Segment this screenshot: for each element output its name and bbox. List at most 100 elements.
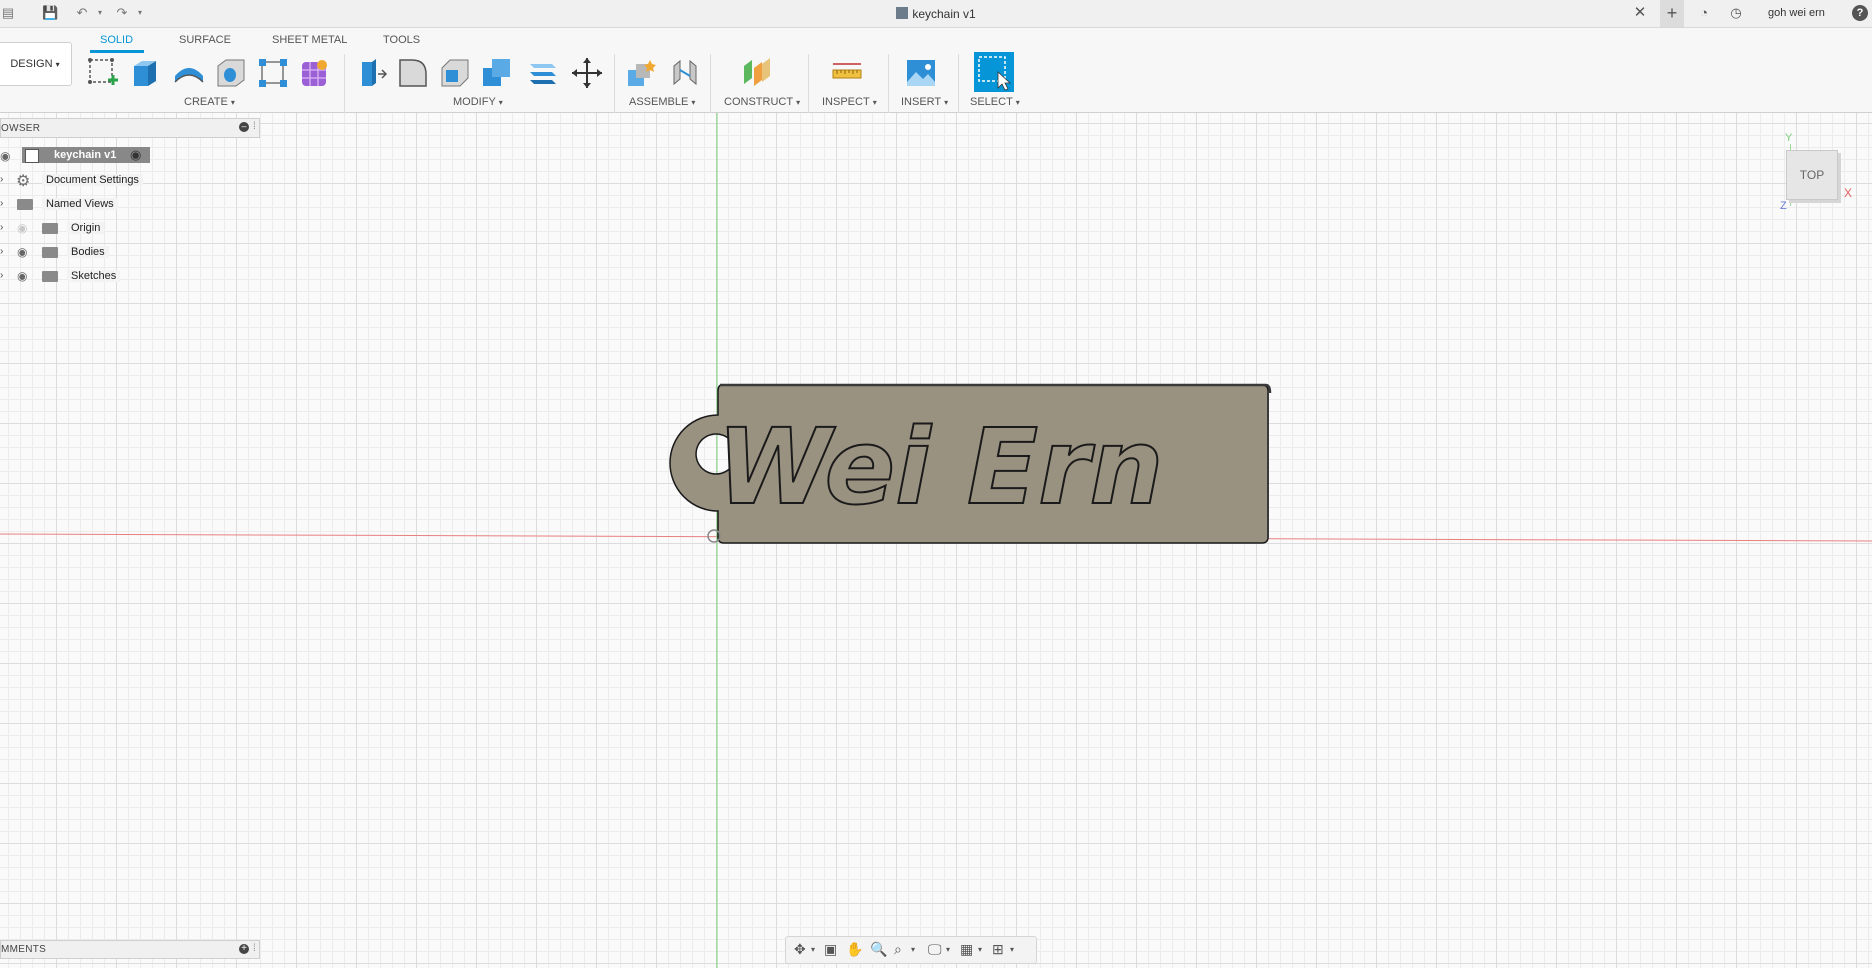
viewports-dropdown-icon[interactable]: ▾ [1010, 945, 1014, 954]
grid-dropdown-icon[interactable]: ▾ [978, 945, 982, 954]
y-axis-label: Y [1785, 132, 1793, 144]
separator [710, 54, 711, 116]
offset-plane-icon[interactable] [740, 56, 774, 90]
browser-item-origin[interactable]: › ◉ Origin [0, 218, 260, 238]
browser-item-sketches[interactable]: › ◉ Sketches [0, 266, 260, 286]
orbit-icon[interactable]: ✥ [794, 941, 806, 958]
close-tab-icon[interactable]: ✕ [1632, 5, 1648, 21]
visibility-eye-icon[interactable]: ◉ [17, 269, 27, 283]
browser-title: OWSER [1, 123, 41, 134]
active-tab-indicator [90, 50, 144, 53]
job-status-icon[interactable]: ◔ [1696, 5, 1712, 21]
select-menu[interactable]: SELECT ▾ [970, 96, 1020, 108]
modify-menu[interactable]: MODIFY ▾ [453, 96, 503, 108]
separator [808, 54, 809, 116]
visibility-eye-icon[interactable]: ◉ [0, 149, 10, 163]
browser-item-label: Document Settings [42, 174, 143, 186]
fit-dropdown-icon[interactable]: ▾ [911, 945, 915, 954]
browser-item-label: Bodies [67, 246, 109, 258]
rectangular-pattern-icon[interactable] [256, 56, 290, 90]
viewports-icon[interactable]: ⊞ [992, 941, 1004, 958]
folder-icon [42, 223, 58, 234]
viewcube[interactable]: Y TOP X Z [1780, 132, 1860, 212]
tab-solid[interactable]: SOLID [100, 34, 133, 46]
add-comment-icon[interactable]: + [239, 944, 249, 954]
engraved-text: Wei Ern [717, 406, 1164, 528]
grid-settings-icon[interactable]: ▦ [960, 941, 973, 958]
extrude-icon[interactable] [128, 56, 162, 90]
inspect-menu[interactable]: INSPECT ▾ [822, 96, 877, 108]
browser-item-root-component[interactable]: ◉ keychain v1 ◉ [0, 146, 260, 166]
insert-image-icon[interactable] [904, 56, 938, 90]
expand-chevron-icon[interactable]: › [0, 246, 3, 257]
shell-icon[interactable] [438, 56, 472, 90]
new-tab-icon[interactable]: + [1660, 0, 1684, 27]
zoom-icon[interactable]: 🔍 [870, 941, 887, 958]
model-scene: Wei Ern [0, 113, 1872, 968]
document-tab[interactable]: keychain v1 [0, 7, 1872, 21]
help-icon[interactable]: ? [1852, 5, 1868, 21]
tab-tools[interactable]: TOOLS [383, 34, 420, 46]
visibility-eye-icon[interactable]: ◉ [17, 245, 27, 259]
comments-title: MMENTS [1, 944, 47, 955]
create-sketch-icon[interactable] [86, 56, 120, 90]
measure-icon[interactable] [830, 56, 864, 90]
pin-comments-icon[interactable]: ⁞ [253, 943, 256, 954]
browser-item-named-views[interactable]: › Named Views [0, 194, 260, 214]
title-bar: ▤ 💾 ↶ ▾ ↷ ▾ keychain v1 ✕ + ◔ ◷ goh wei … [0, 0, 1872, 28]
ribbon-toolbar: SOLID SURFACE SHEET METAL TOOLS DESIGN ▾… [0, 28, 1872, 116]
hole-icon[interactable] [214, 56, 248, 90]
view-cube-top-face[interactable]: TOP [1786, 150, 1838, 200]
form-icon[interactable] [298, 56, 332, 90]
orbit-dropdown-icon[interactable]: ▾ [811, 945, 815, 954]
revolve-icon[interactable] [172, 56, 206, 90]
fillet-icon[interactable] [396, 56, 430, 90]
browser-item-label: Sketches [67, 270, 121, 282]
tab-surface[interactable]: SURFACE [179, 34, 231, 46]
press-pull-icon[interactable] [354, 56, 388, 90]
activate-component-icon[interactable]: ◉ [130, 147, 141, 163]
browser-header[interactable]: OWSER – ⁞ [0, 118, 260, 138]
construct-menu[interactable]: CONSTRUCT ▾ [724, 96, 800, 108]
display-settings-icon[interactable]: 🖵 [928, 941, 942, 958]
expand-chevron-icon[interactable]: › [0, 222, 3, 233]
collapse-browser-icon[interactable]: – [239, 122, 249, 132]
folder-icon [17, 199, 33, 210]
combine-icon[interactable] [480, 56, 514, 90]
assemble-menu[interactable]: ASSEMBLE ▾ [629, 96, 695, 108]
browser-item-document-settings[interactable]: › ⚙ Document Settings [0, 170, 260, 190]
hidden-eye-icon[interactable]: ◉ [17, 221, 27, 235]
select-icon[interactable] [974, 52, 1014, 92]
browser-item-bodies[interactable]: › ◉ Bodies [0, 242, 260, 262]
viewport-canvas[interactable]: Wei Ern [0, 113, 1872, 968]
folder-icon [42, 271, 58, 282]
gear-icon: ⚙ [16, 173, 31, 190]
separator [958, 54, 959, 116]
component-icon [25, 149, 39, 163]
joint-icon[interactable] [668, 56, 702, 90]
display-dropdown-icon[interactable]: ▾ [946, 945, 950, 954]
z-axis-label: Z [1780, 200, 1787, 212]
new-component-icon[interactable] [624, 56, 658, 90]
clock-icon[interactable]: ◷ [1728, 5, 1744, 21]
document-icon [896, 7, 909, 19]
move-copy-icon[interactable] [570, 56, 604, 90]
browser-panel: OWSER – ⁞ ◉ keychain v1 ◉ › ⚙ Document S… [0, 118, 260, 286]
split-body-icon[interactable] [526, 56, 560, 90]
tab-sheet-metal[interactable]: SHEET METAL [272, 34, 347, 46]
comments-panel[interactable]: MMENTS + ⁞ [0, 940, 260, 959]
document-title: keychain v1 [912, 7, 976, 21]
separator [614, 54, 615, 116]
create-menu[interactable]: CREATE ▾ [184, 96, 235, 108]
expand-chevron-icon[interactable]: › [0, 198, 3, 209]
pin-browser-icon[interactable]: ⁞ [253, 121, 256, 132]
expand-chevron-icon[interactable]: › [0, 174, 3, 185]
pan-icon[interactable]: ✋ [846, 941, 863, 958]
look-at-icon[interactable]: ▣ [824, 941, 837, 958]
user-name[interactable]: goh wei ern [1768, 7, 1825, 19]
expand-chevron-icon[interactable]: › [0, 270, 3, 281]
browser-item-label: Origin [67, 222, 105, 234]
fit-icon[interactable]: ⌕ [894, 941, 902, 958]
insert-menu[interactable]: INSERT ▾ [901, 96, 948, 108]
workspace-switcher[interactable]: DESIGN ▾ [0, 42, 72, 86]
